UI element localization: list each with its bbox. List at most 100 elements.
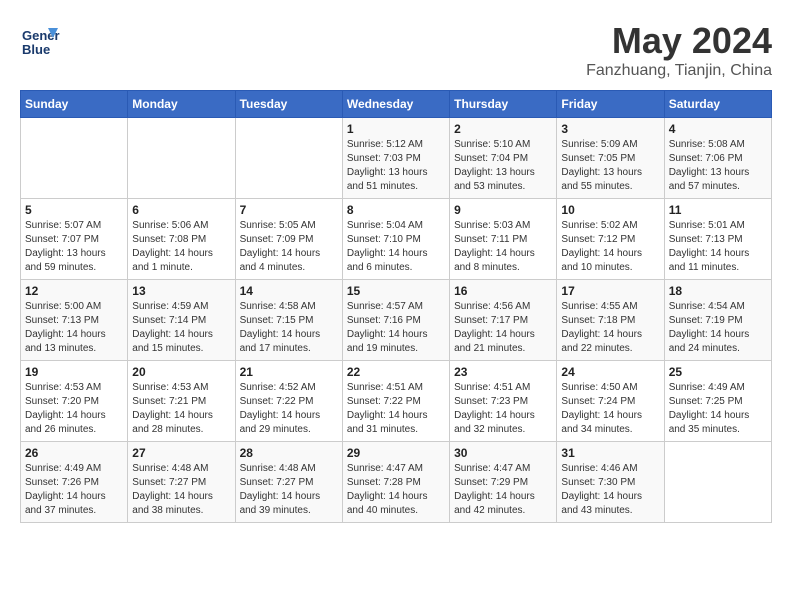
calendar-cell: 27 Sunrise: 4:48 AM Sunset: 7:27 PM Dayli… <box>128 442 235 523</box>
calendar-week-row: 12Sunrise: 5:00 AM Sunset: 7:13 PM Dayli… <box>21 280 772 361</box>
day-info: Sunrise: 4:58 AM Sunset: 7:15 PM Dayligh… <box>240 300 338 356</box>
day-info: Sunrise: 4:55 AM Sunset: 7:18 PM Dayligh… <box>561 300 659 356</box>
calendar-cell: 28Sunrise: 4:48 AM Sunset: 7:27 PM Dayli… <box>235 442 342 523</box>
day-number: 16 <box>454 284 552 298</box>
calendar-cell: 23Sunrise: 4:51 AM Sunset: 7:23 PM Dayli… <box>450 361 557 442</box>
calendar-cell: 18 Sunrise: 4:54 AM Sunset: 7:19 PM Dayli… <box>664 280 771 361</box>
day-info: Sunrise: 4:48 AM Sunset: 7:27 PM Dayligh… <box>132 462 230 518</box>
calendar-cell: 17 Sunrise: 4:55 AM Sunset: 7:18 PM Dayli… <box>557 280 664 361</box>
day-number: 22 <box>347 365 445 379</box>
month-title: May 2024 <box>586 20 772 62</box>
day-number: 31 <box>561 446 659 460</box>
calendar-week-row: 26 Sunrise: 4:49 AM Sunset: 7:26 PM Dayli… <box>21 442 772 523</box>
calendar-cell: 8 Sunrise: 5:04 AM Sunset: 7:10 PM Daylig… <box>342 199 449 280</box>
weekday-header-sunday: Sunday <box>21 91 128 118</box>
day-info: Sunrise: 4:49 AM Sunset: 7:26 PM Dayligh… <box>25 462 123 518</box>
day-number: 28 <box>240 446 338 460</box>
calendar-week-row: 19 Sunrise: 4:53 AM Sunset: 7:20 PM Dayli… <box>21 361 772 442</box>
day-number: 25 <box>669 365 767 379</box>
day-number: 2 <box>454 122 552 136</box>
day-info: Sunrise: 4:46 AM Sunset: 7:30 PM Dayligh… <box>561 462 659 518</box>
day-number: 30 <box>454 446 552 460</box>
calendar-cell: 20 Sunrise: 4:53 AM Sunset: 7:21 PM Dayli… <box>128 361 235 442</box>
day-number: 18 <box>669 284 767 298</box>
calendar-cell: 16 Sunrise: 4:56 AM Sunset: 7:17 PM Dayli… <box>450 280 557 361</box>
calendar-cell: 14 Sunrise: 4:58 AM Sunset: 7:15 PM Dayli… <box>235 280 342 361</box>
calendar-cell <box>235 118 342 199</box>
calendar-header: SundayMondayTuesdayWednesdayThursdayFrid… <box>21 91 772 118</box>
calendar-cell: 1Sunrise: 5:12 AM Sunset: 7:03 PM Daylig… <box>342 118 449 199</box>
day-number: 24 <box>561 365 659 379</box>
day-info: Sunrise: 4:47 AM Sunset: 7:29 PM Dayligh… <box>454 462 552 518</box>
day-number: 15 <box>347 284 445 298</box>
calendar-week-row: 5Sunrise: 5:07 AM Sunset: 7:07 PM Daylig… <box>21 199 772 280</box>
calendar-cell: 7 Sunrise: 5:05 AM Sunset: 7:09 PM Daylig… <box>235 199 342 280</box>
calendar-table: SundayMondayTuesdayWednesdayThursdayFrid… <box>20 90 772 523</box>
day-info: Sunrise: 4:52 AM Sunset: 7:22 PM Dayligh… <box>240 381 338 437</box>
day-info: Sunrise: 5:04 AM Sunset: 7:10 PM Dayligh… <box>347 219 445 275</box>
day-info: Sunrise: 5:08 AM Sunset: 7:06 PM Dayligh… <box>669 138 767 194</box>
day-number: 3 <box>561 122 659 136</box>
day-info: Sunrise: 5:00 AM Sunset: 7:13 PM Dayligh… <box>25 300 123 356</box>
weekday-header-monday: Monday <box>128 91 235 118</box>
weekday-header-friday: Friday <box>557 91 664 118</box>
day-info: Sunrise: 4:54 AM Sunset: 7:19 PM Dayligh… <box>669 300 767 356</box>
day-info: Sunrise: 4:59 AM Sunset: 7:14 PM Dayligh… <box>132 300 230 356</box>
day-info: Sunrise: 5:05 AM Sunset: 7:09 PM Dayligh… <box>240 219 338 275</box>
calendar-cell: 24Sunrise: 4:50 AM Sunset: 7:24 PM Dayli… <box>557 361 664 442</box>
day-number: 27 <box>132 446 230 460</box>
calendar-cell: 5Sunrise: 5:07 AM Sunset: 7:07 PM Daylig… <box>21 199 128 280</box>
day-number: 8 <box>347 203 445 217</box>
calendar-cell: 4Sunrise: 5:08 AM Sunset: 7:06 PM Daylig… <box>664 118 771 199</box>
day-info: Sunrise: 4:51 AM Sunset: 7:23 PM Dayligh… <box>454 381 552 437</box>
day-number: 10 <box>561 203 659 217</box>
day-number: 14 <box>240 284 338 298</box>
calendar-cell <box>21 118 128 199</box>
logo: General Blue <box>20 20 65 60</box>
day-info: Sunrise: 5:10 AM Sunset: 7:04 PM Dayligh… <box>454 138 552 194</box>
day-number: 19 <box>25 365 123 379</box>
weekday-header-wednesday: Wednesday <box>342 91 449 118</box>
calendar-cell: 21 Sunrise: 4:52 AM Sunset: 7:22 PM Dayli… <box>235 361 342 442</box>
day-info: Sunrise: 4:51 AM Sunset: 7:22 PM Dayligh… <box>347 381 445 437</box>
calendar-cell: 26 Sunrise: 4:49 AM Sunset: 7:26 PM Dayli… <box>21 442 128 523</box>
page-header: General Blue May 2024 Fanzhuang, Tianjin… <box>20 20 772 80</box>
calendar-cell: 15 Sunrise: 4:57 AM Sunset: 7:16 PM Dayli… <box>342 280 449 361</box>
day-number: 21 <box>240 365 338 379</box>
day-number: 6 <box>132 203 230 217</box>
day-number: 1 <box>347 122 445 136</box>
day-info: Sunrise: 4:47 AM Sunset: 7:28 PM Dayligh… <box>347 462 445 518</box>
day-number: 13 <box>132 284 230 298</box>
day-number: 17 <box>561 284 659 298</box>
logo-icon: General Blue <box>20 20 60 60</box>
day-number: 7 <box>240 203 338 217</box>
day-info: Sunrise: 5:03 AM Sunset: 7:11 PM Dayligh… <box>454 219 552 275</box>
day-info: Sunrise: 4:53 AM Sunset: 7:21 PM Dayligh… <box>132 381 230 437</box>
day-number: 9 <box>454 203 552 217</box>
calendar-cell: 2 Sunrise: 5:10 AM Sunset: 7:04 PM Daylig… <box>450 118 557 199</box>
day-info: Sunrise: 4:57 AM Sunset: 7:16 PM Dayligh… <box>347 300 445 356</box>
weekday-header-saturday: Saturday <box>664 91 771 118</box>
weekday-header-tuesday: Tuesday <box>235 91 342 118</box>
calendar-cell: 30 Sunrise: 4:47 AM Sunset: 7:29 PM Dayli… <box>450 442 557 523</box>
day-number: 20 <box>132 365 230 379</box>
weekday-header-row: SundayMondayTuesdayWednesdayThursdayFrid… <box>21 91 772 118</box>
day-info: Sunrise: 5:07 AM Sunset: 7:07 PM Dayligh… <box>25 219 123 275</box>
day-number: 26 <box>25 446 123 460</box>
calendar-cell <box>128 118 235 199</box>
title-section: May 2024 Fanzhuang, Tianjin, China <box>586 20 772 80</box>
calendar-cell: 29 Sunrise: 4:47 AM Sunset: 7:28 PM Dayli… <box>342 442 449 523</box>
calendar-cell <box>664 442 771 523</box>
day-number: 11 <box>669 203 767 217</box>
calendar-cell: 10 Sunrise: 5:02 AM Sunset: 7:12 PM Dayli… <box>557 199 664 280</box>
calendar-cell: 12Sunrise: 5:00 AM Sunset: 7:13 PM Dayli… <box>21 280 128 361</box>
calendar-cell: 31 Sunrise: 4:46 AM Sunset: 7:30 PM Dayli… <box>557 442 664 523</box>
day-info: Sunrise: 5:02 AM Sunset: 7:12 PM Dayligh… <box>561 219 659 275</box>
day-info: Sunrise: 4:53 AM Sunset: 7:20 PM Dayligh… <box>25 381 123 437</box>
day-info: Sunrise: 4:56 AM Sunset: 7:17 PM Dayligh… <box>454 300 552 356</box>
day-number: 29 <box>347 446 445 460</box>
calendar-cell: 19 Sunrise: 4:53 AM Sunset: 7:20 PM Dayli… <box>21 361 128 442</box>
calendar-cell: 9 Sunrise: 5:03 AM Sunset: 7:11 PM Daylig… <box>450 199 557 280</box>
location-title: Fanzhuang, Tianjin, China <box>586 62 772 80</box>
calendar-cell: 3Sunrise: 5:09 AM Sunset: 7:05 PM Daylig… <box>557 118 664 199</box>
